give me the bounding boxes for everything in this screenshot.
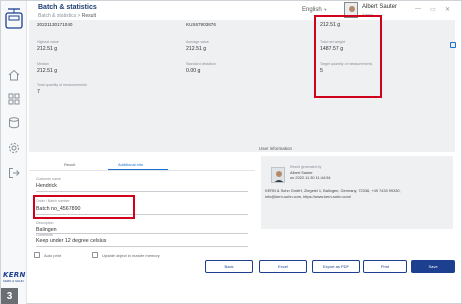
highest-value-label: Highest value xyxy=(37,40,59,44)
article-number: KUS67903876 xyxy=(186,22,216,27)
grid-icon[interactable] xyxy=(8,93,20,105)
auto-print-checkbox[interactable] xyxy=(34,252,40,258)
logout-icon[interactable] xyxy=(8,167,20,179)
breadcrumb-separator: > xyxy=(77,13,81,19)
database-icon[interactable] xyxy=(8,117,20,129)
settings-icon[interactable] xyxy=(8,142,20,154)
description-underline xyxy=(36,233,248,234)
home-icon[interactable] xyxy=(8,69,20,81)
scale-icon[interactable] xyxy=(5,7,23,29)
update-master-label: Update object in master memory xyxy=(102,253,160,258)
language-selector[interactable]: English ▼ xyxy=(302,7,327,13)
page-title: Batch & statistics xyxy=(38,4,97,11)
user-information-heading: User information xyxy=(259,146,293,151)
comments-field[interactable]: Keep under 12 degree celsius xyxy=(36,238,106,244)
customer-name-underline xyxy=(36,191,248,192)
back-button[interactable]: Back xyxy=(205,260,253,273)
comments-label: Comments xyxy=(36,233,53,237)
total-quantity-value: 7 xyxy=(37,89,40,95)
median-value: 212.51 g xyxy=(37,68,58,74)
minimize-icon[interactable]: — xyxy=(415,6,421,12)
kern-logo-sub: KERN & SOHN xyxy=(3,279,24,283)
app-window: KERN KERN & SOHN Batch & statistics Batc… xyxy=(0,0,462,304)
maximize-icon[interactable]: ▭ xyxy=(430,6,436,13)
auto-print-label: Auto print xyxy=(44,253,62,258)
highlight-frame-order xyxy=(33,195,135,219)
batch-id: 20221130171040 xyxy=(37,22,73,27)
update-master-checkbox[interactable] xyxy=(92,252,98,258)
company-address: KERN & Sohn GmbH, Ziegelei 1, Balingen, … xyxy=(265,188,401,193)
description-label: Description xyxy=(36,221,54,225)
user-photo xyxy=(271,167,285,183)
step-badge: 3 xyxy=(1,288,18,304)
export-pdf-button[interactable]: Export as PDF xyxy=(312,260,360,273)
comments-underline xyxy=(36,246,248,247)
median-label: Median xyxy=(37,62,49,66)
summary-checkbox[interactable] xyxy=(450,42,456,48)
tab-divider xyxy=(29,170,255,171)
user-name: Albert Sauter xyxy=(362,4,398,10)
tab-active-indicator xyxy=(108,169,168,170)
chevron-down-icon: ▼ xyxy=(323,7,328,12)
language-label: English xyxy=(302,7,322,13)
std-deviation-label: Standard deviation xyxy=(186,62,216,66)
highlight-frame-totals xyxy=(314,15,382,98)
breadcrumb-root[interactable]: Batch & statistics xyxy=(38,13,76,19)
breadcrumb-current: Result xyxy=(81,13,96,19)
result-summary-panel: 20221130171040 KUS67903876 212.51 g High… xyxy=(29,20,456,152)
nav-rail: KERN KERN & SOHN xyxy=(1,1,27,304)
excel-button[interactable]: Excel xyxy=(259,260,307,273)
customer-name-field[interactable]: Hendrick xyxy=(36,183,57,189)
breadcrumb: Batch & statistics > Result xyxy=(38,13,96,19)
kern-logo: KERN xyxy=(3,271,26,279)
average-value-label: Average value xyxy=(186,40,209,44)
company-contact: info@kern-sohn.com, https://www.kern-soh… xyxy=(265,194,351,199)
std-deviation-value: 0.00 g xyxy=(186,68,201,74)
print-button[interactable]: Print xyxy=(363,260,407,273)
tab-result[interactable]: Result xyxy=(64,162,75,167)
save-button[interactable]: Save xyxy=(411,260,455,273)
customer-name-label: Customer name xyxy=(36,177,61,181)
total-quantity-label: Total quantity of measurements xyxy=(37,83,87,87)
result-generated-by-label: Result generated by xyxy=(290,165,322,169)
tab-additional-info[interactable]: Additional info xyxy=(118,162,143,167)
highest-value: 212.51 g xyxy=(37,46,58,52)
average-value: 212.51 g xyxy=(186,46,207,52)
generated-date: on 2022.11.30 11:44:54 xyxy=(290,175,331,180)
close-icon[interactable]: ✕ xyxy=(445,6,450,13)
